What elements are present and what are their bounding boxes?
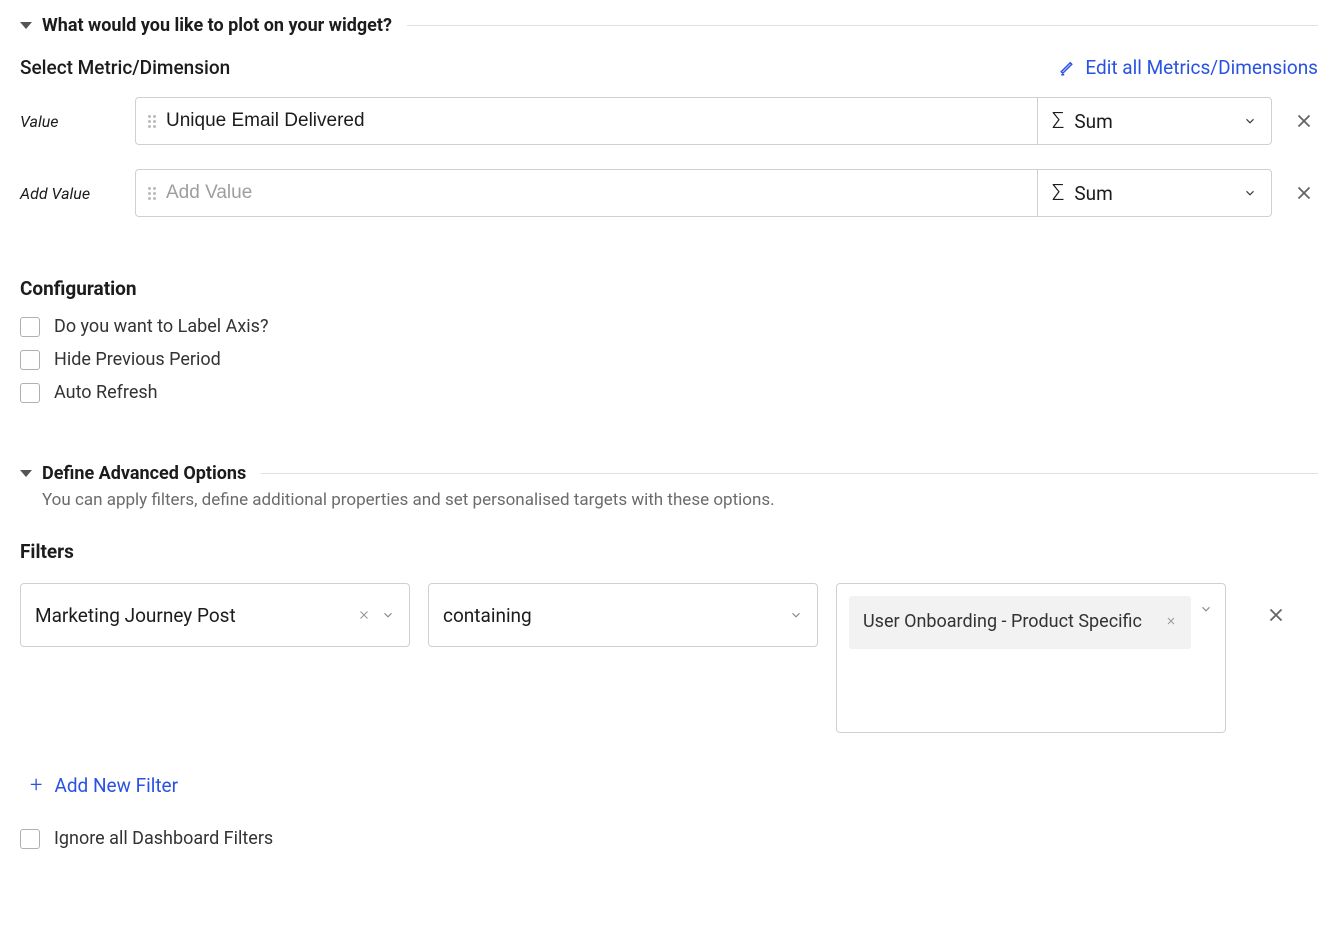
label-axis-label: Do you want to Label Axis? (54, 316, 268, 337)
close-icon (1293, 110, 1315, 132)
ignore-dashboard-filters-checkbox[interactable] (20, 829, 40, 849)
hide-previous-checkbox[interactable] (20, 350, 40, 370)
collapse-triangle-icon (20, 22, 32, 29)
advanced-section-title: Define Advanced Options (42, 463, 246, 484)
remove-addvalue-button[interactable] (1290, 179, 1318, 207)
filter-value-multiselect[interactable]: User Onboarding - Product Specific (836, 583, 1226, 733)
filter-value-tag: User Onboarding - Product Specific (849, 596, 1191, 649)
divider (261, 473, 1318, 474)
plus-icon: + (30, 773, 42, 798)
auto-refresh-label: Auto Refresh (54, 382, 158, 403)
add-new-filter-button[interactable]: + Add New Filter (30, 773, 1318, 798)
label-axis-checkbox-row[interactable]: Do you want to Label Axis? (20, 316, 1318, 337)
chevron-down-icon (381, 608, 395, 622)
collapse-triangle-icon (20, 470, 32, 477)
close-icon (1265, 604, 1287, 626)
filter-operator-select[interactable]: containing (428, 583, 818, 647)
drag-handle-icon[interactable] (148, 115, 156, 128)
filter-operator-value: containing (443, 604, 532, 627)
edit-all-metrics-link[interactable]: Edit all Metrics/Dimensions (1059, 56, 1318, 79)
select-metric-title: Select Metric/Dimension (20, 56, 230, 79)
addvalue-aggregation-select[interactable]: Σ Sum (1037, 169, 1272, 217)
close-icon (1293, 182, 1315, 204)
remove-tag-button[interactable] (1165, 608, 1177, 631)
filter-field-select[interactable]: Marketing Journey Post (20, 583, 410, 647)
remove-filter-button[interactable] (1262, 601, 1290, 629)
divider (407, 25, 1318, 26)
configuration-title: Configuration (20, 277, 1318, 300)
chevron-down-icon (1243, 186, 1257, 200)
ignore-dashboard-filters-row[interactable]: Ignore all Dashboard Filters (20, 828, 1318, 849)
addvalue-input[interactable] (166, 182, 1025, 204)
filter-tag-text: User Onboarding - Product Specific (863, 608, 1142, 637)
auto-refresh-checkbox[interactable] (20, 383, 40, 403)
addvalue-label: Add Value (20, 184, 135, 203)
clear-icon[interactable] (357, 608, 371, 622)
sigma-icon: Σ (1052, 181, 1064, 206)
label-axis-checkbox[interactable] (20, 317, 40, 337)
edit-icon (1059, 59, 1077, 77)
value-input-container[interactable] (135, 97, 1038, 145)
add-filter-label: Add New Filter (54, 774, 178, 797)
advanced-subtitle: You can apply filters, define additional… (42, 490, 1318, 510)
edit-all-label: Edit all Metrics/Dimensions (1085, 56, 1318, 79)
advanced-section-header[interactable]: Define Advanced Options (20, 463, 1318, 484)
drag-handle-icon[interactable] (148, 187, 156, 200)
close-icon (1165, 615, 1177, 627)
chevron-down-icon (789, 608, 803, 622)
ignore-dashboard-filters-label: Ignore all Dashboard Filters (54, 828, 273, 849)
filters-title: Filters (20, 540, 1318, 563)
remove-value-button[interactable] (1290, 107, 1318, 135)
value-aggregation-select[interactable]: Σ Sum (1037, 97, 1272, 145)
chevron-down-icon (1199, 602, 1213, 616)
addvalue-input-container[interactable] (135, 169, 1038, 217)
hide-previous-checkbox-row[interactable]: Hide Previous Period (20, 349, 1318, 370)
value-agg-label: Sum (1074, 110, 1112, 133)
value-label: Value (20, 112, 135, 131)
plot-section-title: What would you like to plot on your widg… (42, 15, 392, 36)
auto-refresh-checkbox-row[interactable]: Auto Refresh (20, 382, 1318, 403)
plot-section-header[interactable]: What would you like to plot on your widg… (20, 15, 1318, 36)
value-input[interactable] (166, 110, 1025, 132)
addvalue-agg-label: Sum (1074, 182, 1112, 205)
hide-previous-label: Hide Previous Period (54, 349, 221, 370)
filter-field-value: Marketing Journey Post (35, 604, 236, 627)
sigma-icon: Σ (1052, 109, 1064, 134)
chevron-down-icon (1243, 114, 1257, 128)
